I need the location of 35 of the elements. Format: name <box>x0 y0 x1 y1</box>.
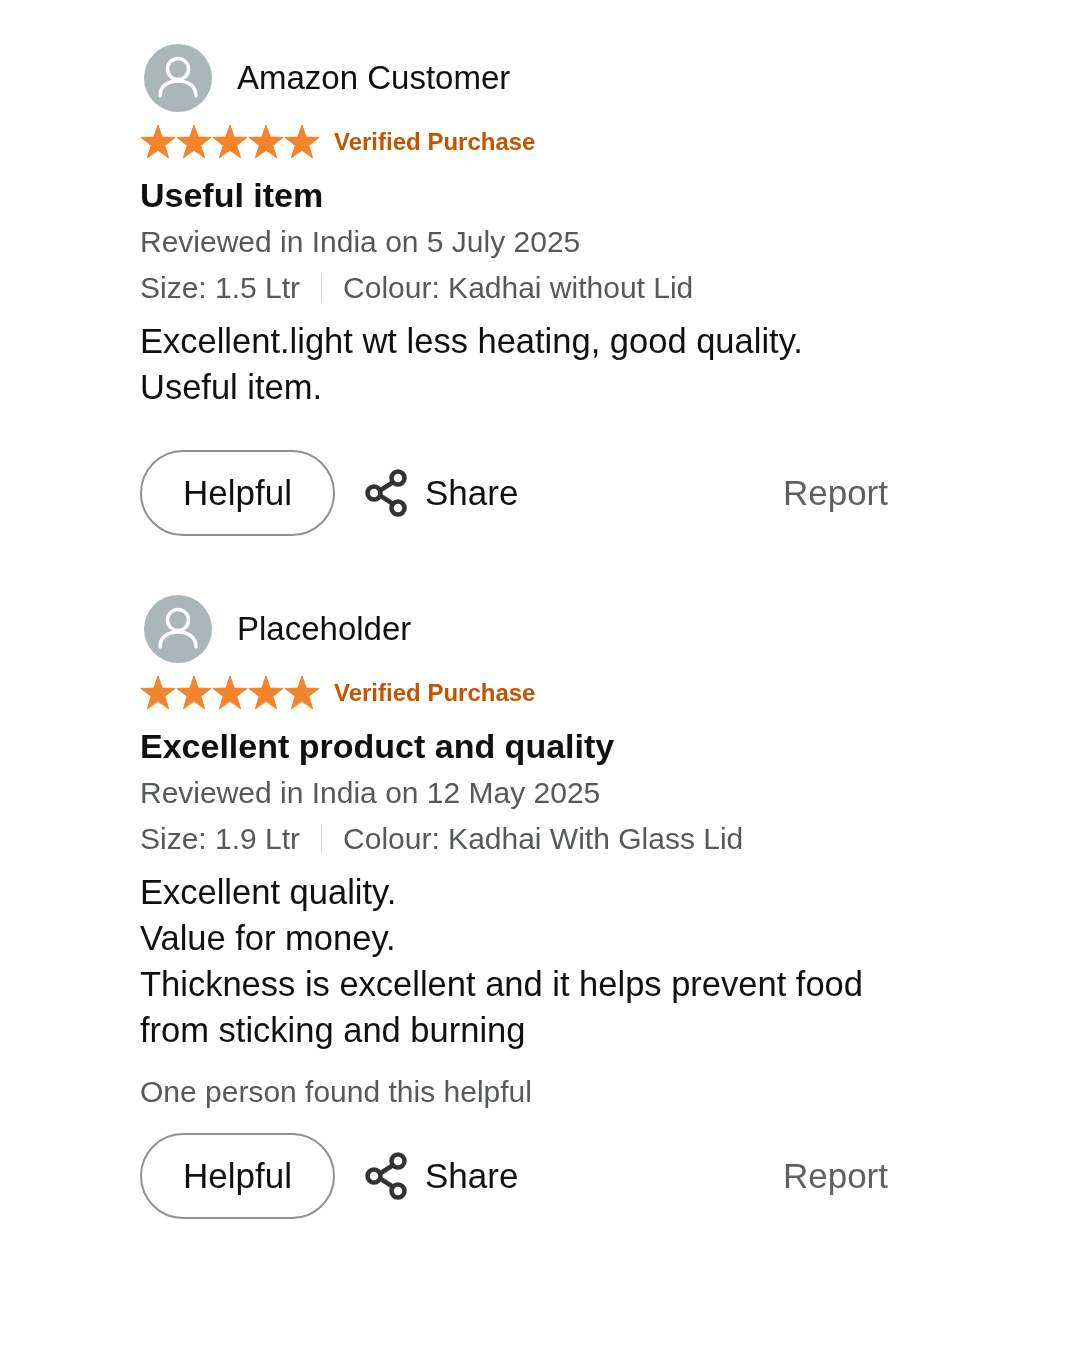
review-text: Excellent.light wt less heating, good quality. Useful item. <box>140 321 804 408</box>
share-icon <box>364 469 409 517</box>
verified-purchase-label: Verified Purchase <box>334 678 536 708</box>
helpful-count: One person found this helpful <box>140 1074 533 1110</box>
star-icon <box>140 675 176 711</box>
colour-label: Colour: Kadhai without Lid <box>343 270 694 306</box>
report-link[interactable]: Report <box>782 1156 888 1196</box>
review-title: Useful item <box>140 175 325 215</box>
share-button[interactable]: Share <box>364 1152 519 1200</box>
review-text: Excellent quality. Value for money. Thickness is excellent and it helps prevent food from sticking and burning <box>140 872 864 1051</box>
share-icon <box>364 1152 409 1200</box>
review-date: Reviewed in India on 5 July 2025 <box>140 224 582 260</box>
avatar-icon <box>144 595 212 663</box>
colour-label: Colour: Kadhai With Glass Lid <box>343 821 744 857</box>
share-button[interactable]: Share <box>364 469 519 517</box>
size-label: Size: 1.9 Ltr <box>140 821 301 857</box>
star-icon <box>284 675 320 711</box>
star-icon <box>212 675 248 711</box>
star-icon <box>140 124 176 160</box>
reviewer-name: Amazon Customer <box>237 58 511 98</box>
star-icon <box>176 675 212 711</box>
avatar-icon <box>144 44 212 112</box>
helpful-button[interactable]: Helpful <box>140 1133 335 1219</box>
star-icon <box>248 124 284 160</box>
star-icon <box>176 124 212 160</box>
star-icon <box>284 124 320 160</box>
reviewer-name: Placeholder <box>237 609 412 649</box>
size-label: Size: 1.5 Ltr <box>140 270 301 306</box>
helpful-button[interactable]: Helpful <box>140 450 335 536</box>
review-title: Excellent product and quality <box>140 726 616 766</box>
review-date: Reviewed in India on 12 May 2025 <box>140 775 602 811</box>
report-link[interactable]: Report <box>782 473 888 513</box>
star-icon <box>248 675 284 711</box>
verified-purchase-label: Verified Purchase <box>334 127 536 157</box>
star-icon <box>212 124 248 160</box>
